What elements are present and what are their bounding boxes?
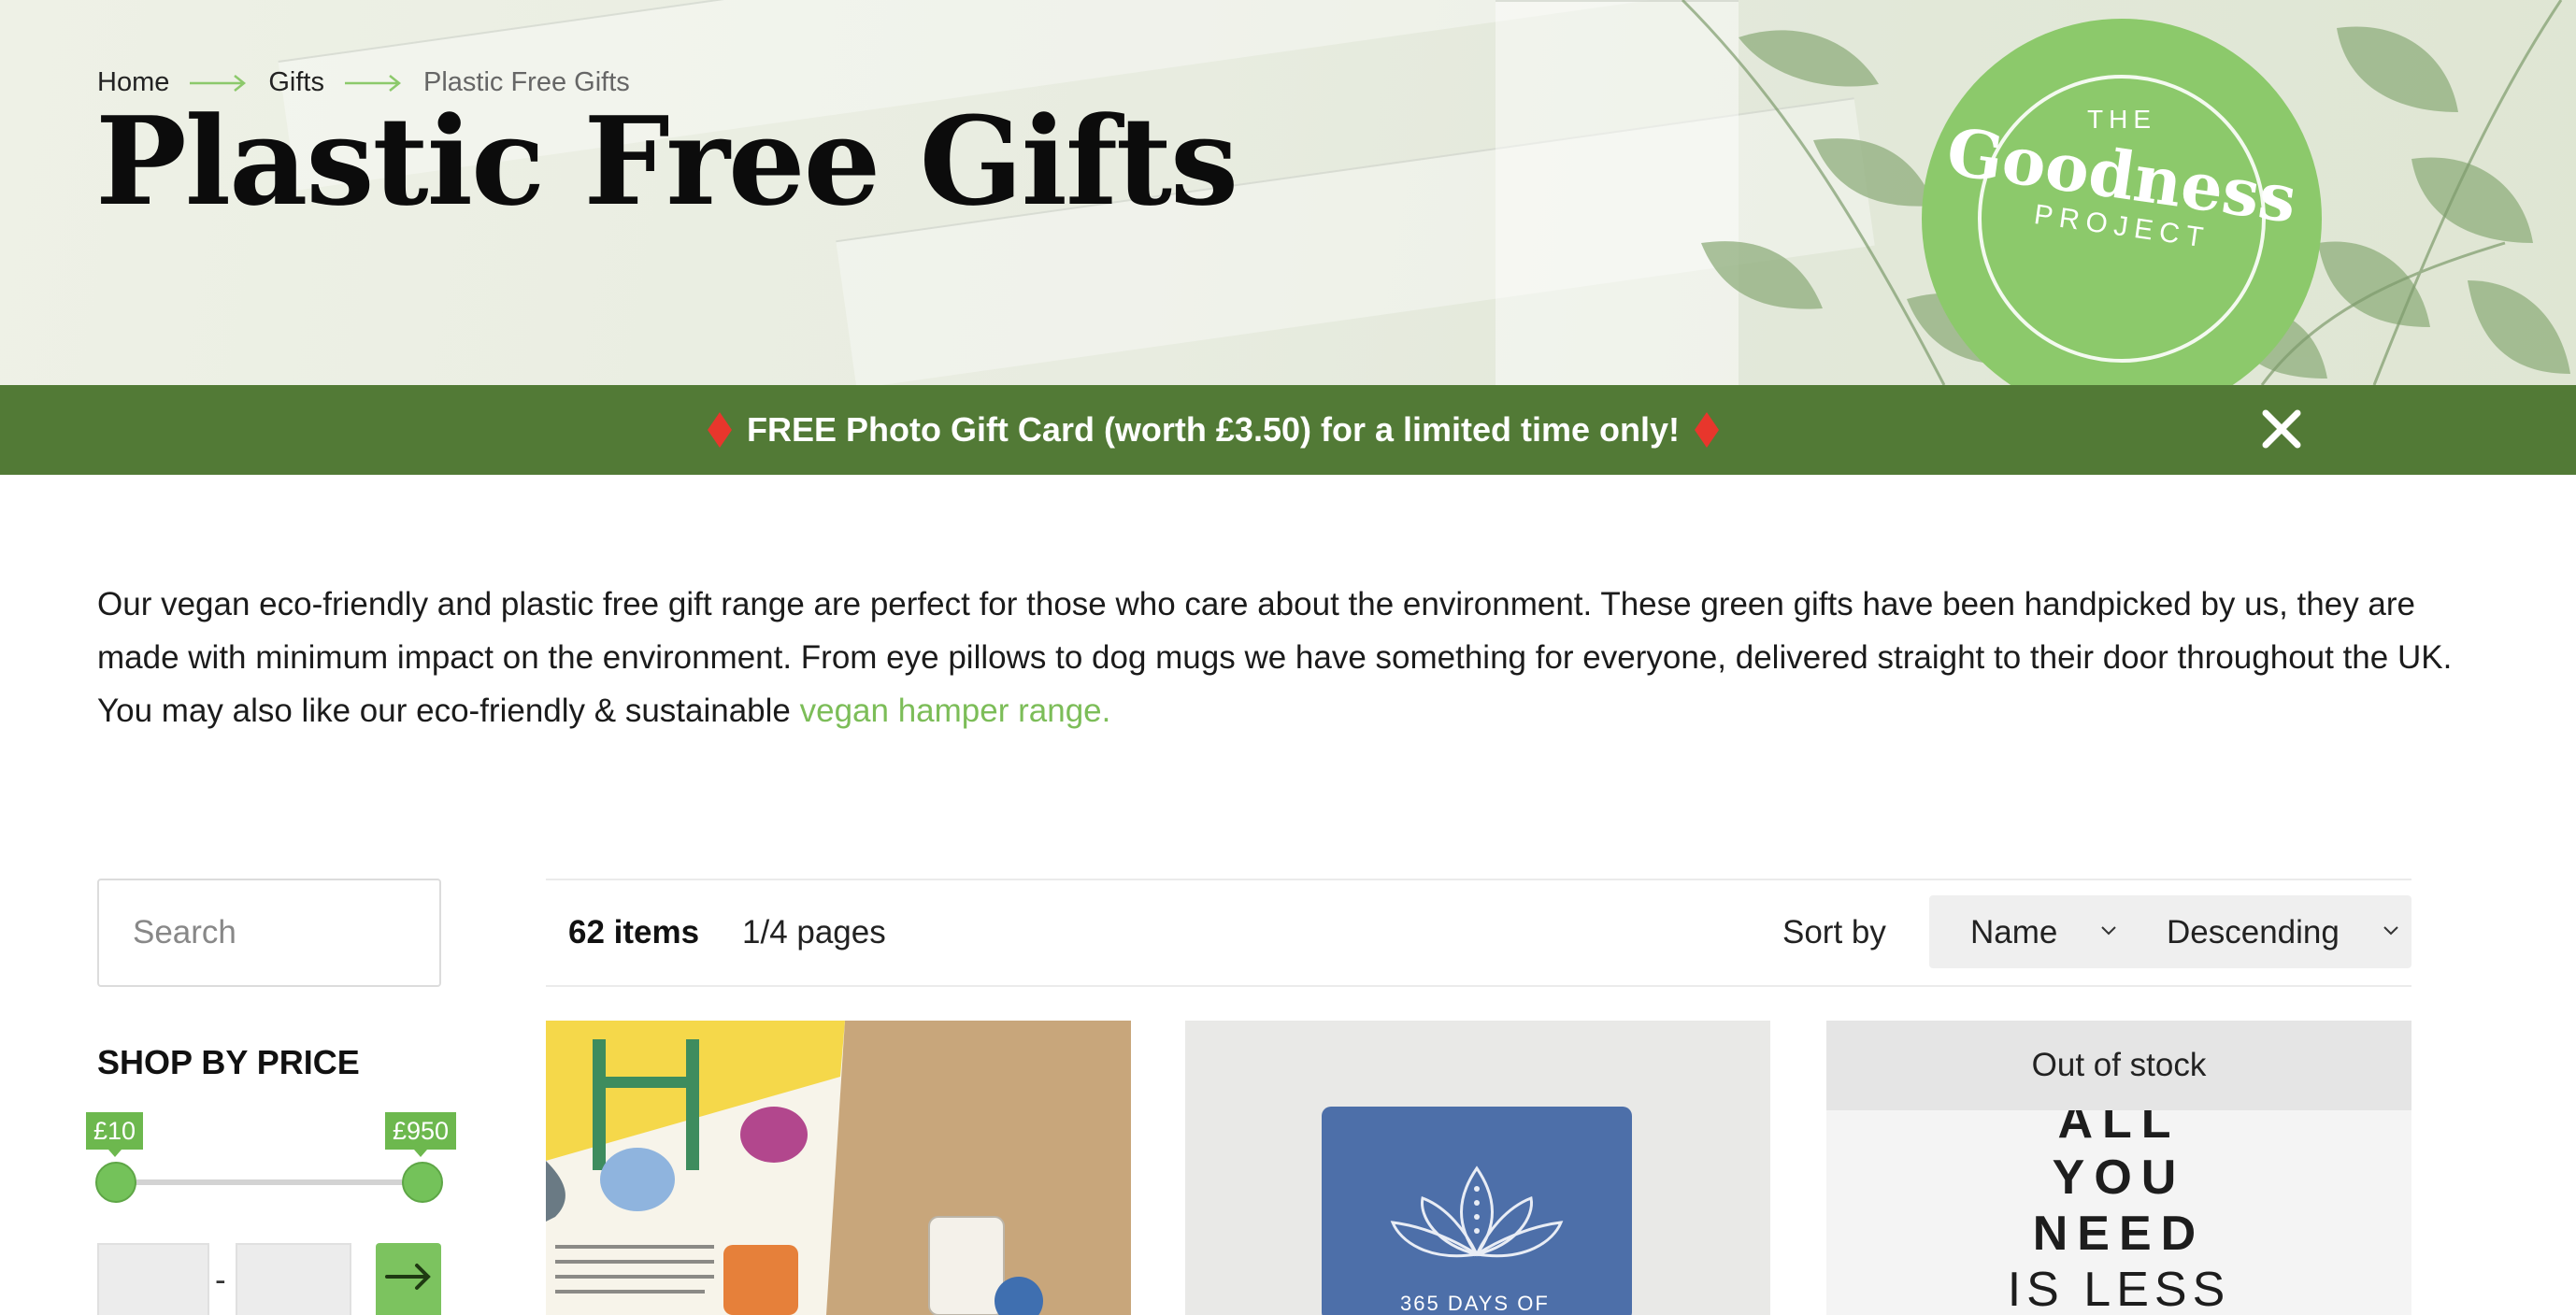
category-description: Our vegan eco-friendly and plastic free … bbox=[97, 578, 2490, 737]
sort-field-select[interactable]: Name bbox=[1970, 914, 2057, 951]
chevron-down-icon bbox=[2101, 926, 2116, 936]
arrow-right-icon bbox=[385, 1264, 431, 1290]
price-min-tag: £10 bbox=[86, 1112, 144, 1157]
red-diamond-icon bbox=[1695, 412, 1720, 448]
promo-text: FREE Photo Gift Card (worth £3.50) for a… bbox=[746, 410, 1681, 449]
vegan-hamper-link[interactable]: vegan hamper range. bbox=[800, 693, 1111, 729]
price-slider-track[interactable] bbox=[114, 1179, 422, 1185]
page-title: Plastic Free Gifts bbox=[95, 90, 1238, 233]
price-max-input[interactable] bbox=[236, 1243, 351, 1315]
search-input[interactable] bbox=[97, 879, 441, 987]
out-of-stock-badge: Out of stock bbox=[1826, 1021, 2411, 1110]
page-count: 1/4 pages bbox=[742, 914, 886, 951]
promo-banner: FREE Photo Gift Card (worth £3.50) for a… bbox=[0, 385, 2576, 475]
price-max-handle[interactable] bbox=[402, 1162, 443, 1203]
product-card[interactable]: ALL YOU NEED IS LESS Out of stock bbox=[1826, 1021, 2411, 1315]
sort-controls: Name Descending bbox=[1929, 895, 2411, 968]
items-count: 62 items bbox=[568, 914, 700, 951]
close-icon[interactable] bbox=[2258, 406, 2305, 452]
toolbar-top-divider bbox=[546, 879, 2411, 880]
book-cover-text: 365 DAYS OF bbox=[1400, 1292, 1550, 1315]
category-description-text: Our vegan eco-friendly and plastic free … bbox=[97, 586, 2453, 729]
red-diamond-icon bbox=[707, 412, 732, 448]
price-range-dash: - bbox=[215, 1262, 226, 1298]
price-apply-button[interactable] bbox=[376, 1243, 441, 1315]
price-max-tag: £950 bbox=[385, 1112, 457, 1157]
price-min-input[interactable] bbox=[97, 1243, 209, 1315]
sort-order-select[interactable]: Descending bbox=[2167, 914, 2340, 951]
chevron-down-icon bbox=[2383, 926, 2398, 936]
shop-by-price-heading: SHOP BY PRICE bbox=[97, 1043, 360, 1081]
poster-line: IS LESS bbox=[2007, 1263, 2231, 1315]
product-card[interactable] bbox=[546, 1021, 1131, 1315]
toolbar-bottom-divider bbox=[546, 985, 2411, 987]
product-image bbox=[546, 1021, 1131, 1315]
product-card[interactable]: 365 DAYS OF bbox=[1185, 1021, 1770, 1315]
product-image bbox=[1185, 1021, 1770, 1315]
sort-by-label: Sort by bbox=[1782, 914, 1886, 951]
price-min-handle[interactable] bbox=[95, 1162, 136, 1203]
hero-banner: Home Gifts Plastic Free Gifts Plastic Fr… bbox=[0, 0, 2576, 385]
poster-line: YOU bbox=[2052, 1151, 2186, 1205]
poster-line: NEED bbox=[2032, 1207, 2206, 1261]
